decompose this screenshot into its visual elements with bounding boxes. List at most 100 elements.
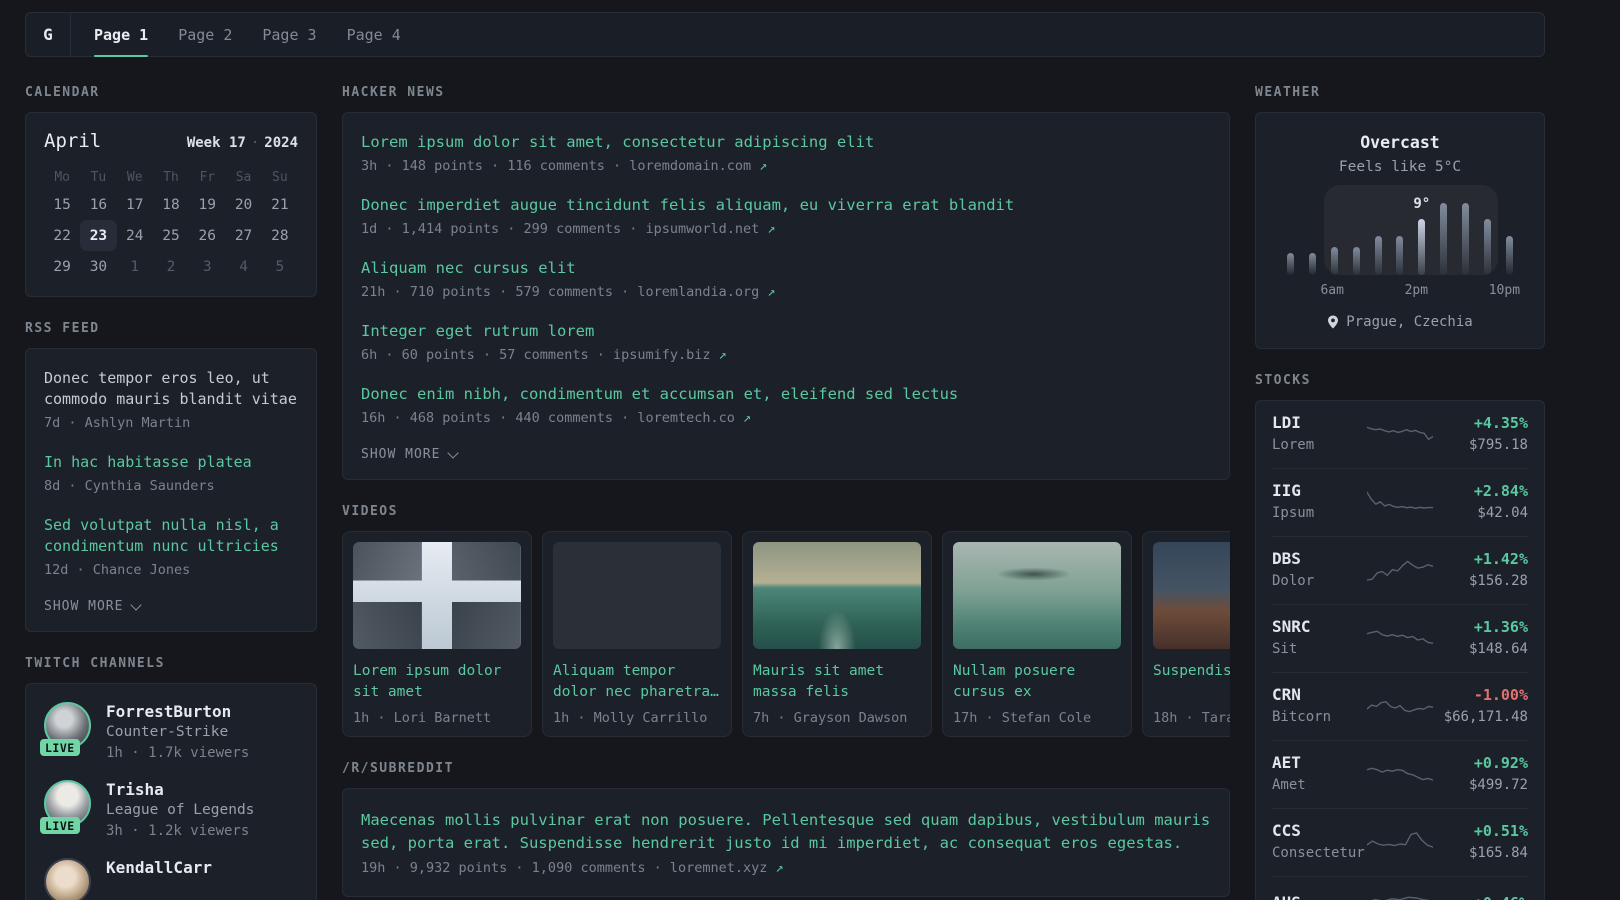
calendar-day[interactable]: 5 bbox=[262, 251, 298, 282]
channel-meta: 1h · 1.7k viewers bbox=[106, 745, 250, 761]
rss-item-title[interactable]: Donec tempor eros leo, ut commodo mauris… bbox=[44, 368, 298, 410]
video-meta: 1h · Lori Barnett bbox=[353, 710, 492, 726]
weekday-label: We bbox=[126, 170, 143, 185]
app-logo[interactable]: G bbox=[26, 13, 71, 56]
subreddit-post-meta-text: 19h · 9,932 points · 1,090 comments · lo… bbox=[361, 860, 768, 876]
video-card[interactable]: Aliquam tempor dolor nec pharetra… 1h · … bbox=[542, 531, 732, 737]
weather-bar bbox=[1440, 203, 1448, 275]
page-tab[interactable]: Page 4 bbox=[332, 13, 416, 56]
weather-tick-label: 10pm bbox=[1488, 283, 1521, 298]
calendar-day[interactable]: 29 bbox=[44, 251, 80, 282]
stock-change-percent: +0.46% bbox=[1433, 893, 1528, 900]
stock-ticker: CCS bbox=[1272, 821, 1301, 840]
stock-row[interactable]: AHS +0.46% bbox=[1272, 876, 1528, 900]
channel-name: KendallCarr bbox=[106, 858, 212, 877]
video-card[interactable]: Lorem ipsum dolor sit amet consectetu… 1… bbox=[342, 531, 532, 737]
video-card[interactable]: Nullam posuere cursus ex 17h · Stefan Co… bbox=[942, 531, 1132, 737]
rss-card: Donec tempor eros leo, ut commodo mauris… bbox=[25, 348, 317, 632]
rss-item: Donec tempor eros leo, ut commodo mauris… bbox=[44, 368, 298, 433]
calendar-day[interactable]: 28 bbox=[262, 220, 298, 251]
calendar-day[interactable]: 26 bbox=[189, 220, 225, 251]
channel-info: KendallCarr bbox=[106, 858, 212, 900]
calendar-day[interactable]: 22 bbox=[44, 220, 80, 251]
calendar-day[interactable]: 3 bbox=[189, 251, 225, 282]
twitch-channel-row[interactable]: LIVE KendallCarr bbox=[44, 858, 298, 900]
calendar-card: April Week 17 · 2024 Mo Tu We Th Fr Sa Su 15 16 17… bbox=[25, 112, 317, 297]
rss-item-title[interactable]: Sed volutpat nulla nisl, a condimentum n… bbox=[44, 515, 298, 557]
stock-sparkline bbox=[1367, 630, 1433, 644]
hackernews-item-title[interactable]: Lorem ipsum dolor sit amet, consectetur … bbox=[361, 132, 1211, 153]
video-card[interactable]: Suspendisse diam 18h · Tara bbox=[1142, 531, 1230, 737]
calendar-day[interactable]: 20 bbox=[225, 189, 261, 220]
external-link-icon: ↗ bbox=[718, 347, 727, 363]
hackernews-item-title[interactable]: Aliquam nec cursus elit bbox=[361, 258, 1211, 279]
weather-hour-column bbox=[1302, 197, 1324, 275]
calendar-day[interactable]: 16 bbox=[80, 189, 116, 220]
stock-row[interactable]: SNRC Sit +1.36% $148.64 bbox=[1272, 604, 1528, 672]
rss-item-title[interactable]: In hac habitasse platea bbox=[44, 452, 298, 473]
stock-values: +0.92% $499.72 bbox=[1433, 753, 1528, 795]
calendar-day[interactable]: 17 bbox=[117, 189, 153, 220]
calendar-day[interactable]: 19 bbox=[189, 189, 225, 220]
video-card[interactable]: Mauris sit amet massa felis 7h · Grayson… bbox=[742, 531, 932, 737]
section-title-hackernews: HACKER NEWS bbox=[342, 85, 445, 100]
calendar-day[interactable]: 2 bbox=[153, 251, 189, 282]
calendar-day[interactable]: 30 bbox=[80, 251, 116, 282]
rss-list: Donec tempor eros leo, ut commodo mauris… bbox=[44, 368, 298, 580]
show-more-label: SHOW MORE bbox=[44, 599, 124, 614]
stock-values: +4.35% $795.18 bbox=[1433, 413, 1528, 455]
calendar-day[interactable]: 25 bbox=[153, 220, 189, 251]
stock-identity: SNRC Sit bbox=[1272, 617, 1367, 659]
calendar-month: April bbox=[44, 130, 102, 152]
hackernews-item-title[interactable]: Donec imperdiet augue tincidunt felis al… bbox=[361, 195, 1211, 216]
weather-tick-label bbox=[1384, 283, 1404, 298]
stock-row[interactable]: CRN Bitcorn -1.00% $66,171.48 bbox=[1272, 672, 1528, 740]
calendar-day[interactable]: 27 bbox=[225, 220, 261, 251]
video-thumbnail bbox=[553, 542, 721, 649]
weather-bar bbox=[1461, 203, 1469, 275]
stocks-card: LDI Lorem +4.35% $795.18 IIG Ipsum +2.84… bbox=[1255, 400, 1545, 900]
weather-hour-column bbox=[1476, 197, 1498, 275]
calendar-day[interactable]: 23 bbox=[80, 220, 117, 251]
avatar bbox=[44, 858, 91, 900]
hackernews-item-title[interactable]: Donec enim nibh, condimentum et accumsan… bbox=[361, 384, 1211, 405]
calendar-day[interactable]: 4 bbox=[225, 251, 261, 282]
weather-location-label: Prague, Czechia bbox=[1346, 314, 1473, 330]
rss-item-meta: 8d · Cynthia Saunders bbox=[44, 478, 215, 494]
calendar-day[interactable]: 24 bbox=[117, 220, 153, 251]
twitch-channel-row[interactable]: LIVE ForrestBurton Counter-Strike 1h · 1… bbox=[40, 702, 298, 763]
page-tab[interactable]: Page 1 bbox=[79, 13, 163, 57]
stock-row[interactable]: LDI Lorem +4.35% $795.18 bbox=[1272, 401, 1528, 468]
twitch-card: LIVE ForrestBurton Counter-Strike 1h · 1… bbox=[25, 683, 317, 900]
rss-show-more-button[interactable]: SHOW MORE bbox=[44, 598, 143, 614]
stock-sparkline bbox=[1367, 491, 1433, 509]
external-link-icon: ↗ bbox=[767, 284, 776, 300]
hackernews-show-more-button[interactable]: SHOW MORE bbox=[361, 446, 460, 462]
weather-tick-label bbox=[1469, 283, 1489, 298]
stock-change-percent: +0.51% bbox=[1473, 822, 1528, 840]
weather-tick-label bbox=[1280, 283, 1300, 298]
video-thumbnail bbox=[1153, 542, 1230, 649]
hackernews-item-title[interactable]: Integer eget rutrum lorem bbox=[361, 321, 1211, 342]
chevron-down-icon bbox=[447, 446, 460, 459]
stock-row[interactable]: DBS Dolor +1.42% $156.28 bbox=[1272, 536, 1528, 604]
page-tab[interactable]: Page 2 bbox=[163, 13, 247, 56]
channel-name: Trisha bbox=[106, 780, 164, 799]
weather-tick-label bbox=[1428, 283, 1448, 298]
calendar-day[interactable]: 15 bbox=[44, 189, 80, 220]
subreddit-post-title[interactable]: Maecenas mollis pulvinar erat non posuer… bbox=[361, 809, 1211, 855]
stock-row[interactable]: AET Amet +0.92% $499.72 bbox=[1272, 740, 1528, 808]
videos-widget: VIDEOS Lorem ipsum dolor sit amet consec… bbox=[342, 504, 1230, 737]
weather-tick-label bbox=[1300, 283, 1320, 298]
calendar-day[interactable]: 21 bbox=[262, 189, 298, 220]
rss-widget: RSS FEED Donec tempor eros leo, ut commo… bbox=[25, 321, 317, 632]
twitch-channel-row[interactable]: LIVE Trisha League of Legends 3h · 1.2k … bbox=[40, 780, 298, 841]
hackernews-widget: HACKER NEWS Lorem ipsum dolor sit amet, … bbox=[342, 85, 1230, 480]
stock-values: +1.42% $156.28 bbox=[1433, 549, 1528, 591]
calendar-day[interactable]: 1 bbox=[117, 251, 153, 282]
calendar-day[interactable]: 18 bbox=[153, 189, 189, 220]
stock-row[interactable]: IIG Ipsum +2.84% $42.04 bbox=[1272, 468, 1528, 536]
weekday-label: Mo bbox=[54, 170, 70, 185]
page-tab[interactable]: Page 3 bbox=[247, 13, 331, 56]
stock-row[interactable]: CCS Consectetur +0.51% $165.84 bbox=[1272, 808, 1528, 876]
